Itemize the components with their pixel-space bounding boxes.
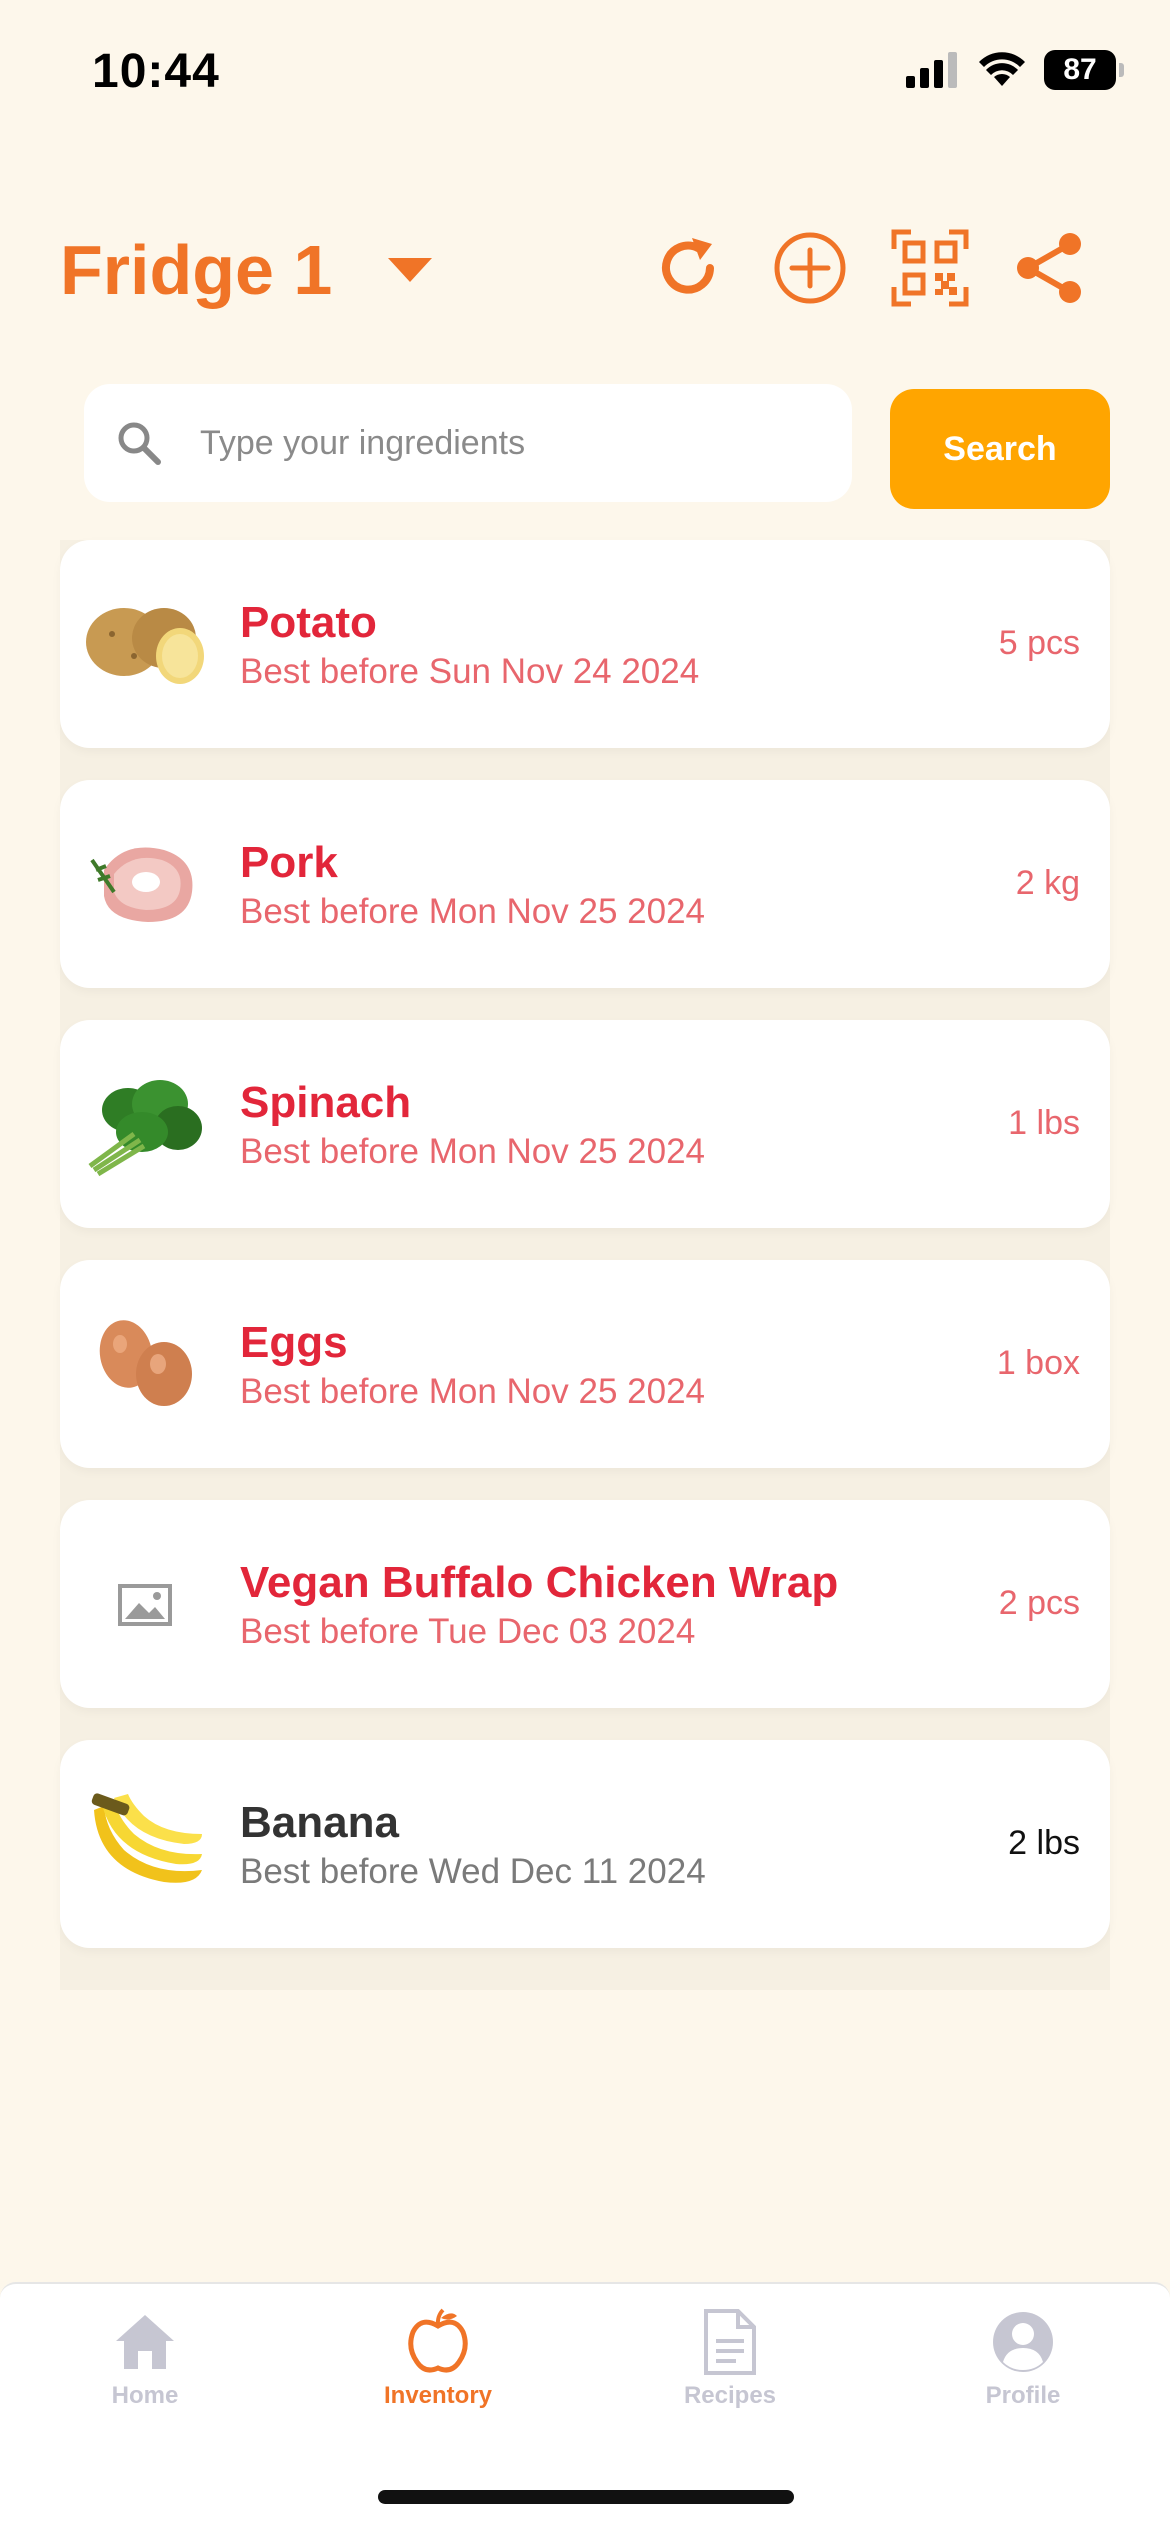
item-best-before: Best before Mon Nov 25 2024: [240, 892, 706, 931]
fridge-selector-title[interactable]: Fridge 1: [60, 230, 332, 310]
item-name: Eggs: [240, 1318, 348, 1367]
potato-image: [84, 584, 206, 706]
item-best-before: Best before Tue Dec 03 2024: [240, 1612, 696, 1651]
item-quantity: 2 pcs: [998, 1584, 1080, 1622]
inventory-item[interactable]: Banana Best before Wed Dec 11 2024 2 lbs: [60, 1740, 1110, 1948]
wifi-icon: [979, 52, 1025, 86]
inventory-item[interactable]: Potato Best before Sun Nov 24 2024 5 pcs: [60, 540, 1110, 748]
share-button[interactable]: [1010, 228, 1090, 308]
qr-code-button[interactable]: [890, 228, 970, 308]
search-button[interactable]: Search: [890, 389, 1110, 509]
tab-label: Inventory: [383, 2382, 493, 2409]
inventory-item[interactable]: Eggs Best before Mon Nov 25 2024 1 box: [60, 1260, 1110, 1468]
cellular-signal-icon: [906, 52, 957, 88]
battery-level: 87: [1063, 53, 1097, 86]
battery-icon: 87: [1044, 50, 1124, 90]
inventory-item[interactable]: Pork Best before Mon Nov 25 2024 2 kg: [60, 780, 1110, 988]
refresh-icon: [662, 238, 714, 294]
user-icon: [987, 2306, 1059, 2378]
tab-profile[interactable]: Profile: [923, 2306, 1123, 2426]
search-icon: [112, 416, 166, 470]
item-best-before: Best before Mon Nov 25 2024: [240, 1372, 706, 1411]
item-quantity: 2 lbs: [1008, 1824, 1080, 1862]
pork-image: [84, 824, 206, 946]
image-placeholder-icon: [84, 1544, 206, 1666]
item-name: Banana: [240, 1798, 399, 1847]
search-box[interactable]: [84, 384, 852, 502]
status-icons: 87: [906, 50, 1124, 90]
item-quantity: 2 kg: [1015, 864, 1080, 902]
apple-icon: [402, 2306, 474, 2378]
banana-image: [84, 1784, 206, 1906]
inventory-item[interactable]: Spinach Best before Mon Nov 25 2024 1 lb…: [60, 1020, 1110, 1228]
refresh-button[interactable]: [650, 228, 730, 308]
header: Fridge 1: [60, 220, 1120, 320]
item-name: Pork: [240, 838, 338, 887]
item-best-before: Best before Sun Nov 24 2024: [240, 652, 700, 691]
item-quantity: 5 pcs: [998, 624, 1080, 662]
item-name: Potato: [240, 598, 377, 647]
item-quantity: 1 lbs: [1008, 1104, 1080, 1142]
tab-label: Recipes: [683, 2382, 777, 2409]
item-name: Vegan Buffalo Chicken Wrap: [240, 1558, 839, 1607]
add-item-button[interactable]: [770, 228, 850, 308]
status-bar: 10:44 87: [0, 0, 1170, 140]
search-input[interactable]: [200, 423, 800, 463]
tab-label: Home: [111, 2382, 179, 2409]
tab-inventory[interactable]: Inventory: [338, 2306, 538, 2426]
spinach-image: [84, 1064, 206, 1186]
tab-label: Profile: [985, 2382, 1061, 2409]
share-icon: [1017, 233, 1081, 303]
home-icon: [109, 2306, 181, 2378]
status-time: 10:44: [92, 45, 220, 98]
inventory-item[interactable]: Vegan Buffalo Chicken Wrap Best before T…: [60, 1500, 1110, 1708]
tab-recipes[interactable]: Recipes: [630, 2306, 830, 2426]
home-indicator: [378, 2490, 794, 2504]
dropdown-caret-icon[interactable]: [388, 258, 432, 282]
eggs-image: [84, 1304, 206, 1426]
item-name: Spinach: [240, 1078, 412, 1127]
tab-home[interactable]: Home: [45, 2306, 245, 2426]
item-best-before: Best before Mon Nov 25 2024: [240, 1132, 706, 1171]
document-icon: [694, 2306, 766, 2378]
plus-circle-icon: [774, 232, 846, 304]
qr-code-icon: [891, 229, 969, 307]
item-best-before: Best before Wed Dec 11 2024: [240, 1852, 706, 1891]
item-quantity: 1 box: [996, 1344, 1080, 1382]
